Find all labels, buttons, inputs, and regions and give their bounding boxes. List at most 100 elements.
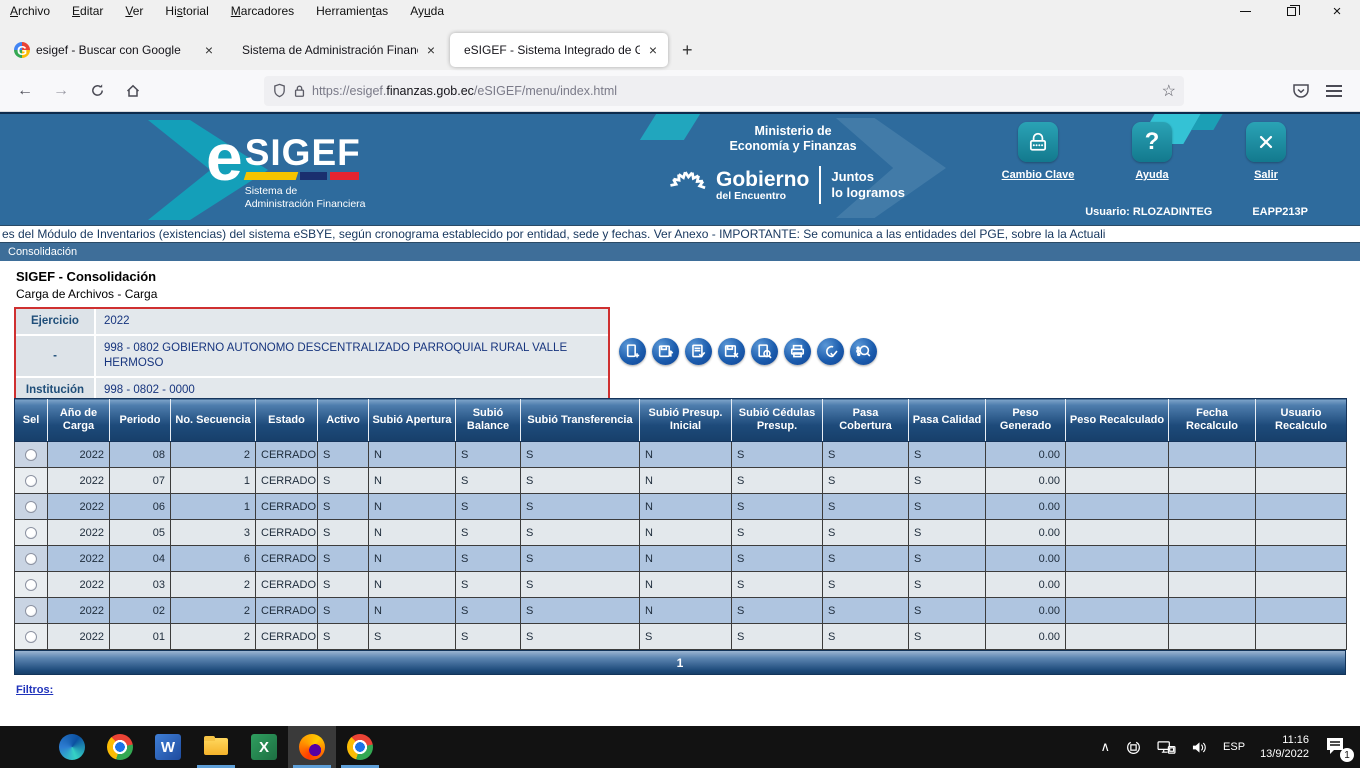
home-button[interactable] bbox=[118, 76, 148, 106]
action-toolbar bbox=[618, 337, 877, 365]
menu-item-historial[interactable]: Historial bbox=[165, 4, 208, 18]
clock[interactable]: 11:16 13/9/2022 bbox=[1260, 733, 1309, 762]
filters-link[interactable]: Filtros: bbox=[16, 684, 53, 696]
row-radio-button[interactable] bbox=[25, 553, 37, 565]
menu-item-ver[interactable]: Ver bbox=[125, 4, 143, 18]
restore-button[interactable] bbox=[1268, 0, 1314, 22]
cell-3-4: 1 bbox=[171, 494, 256, 520]
speaker-icon[interactable] bbox=[1191, 740, 1208, 755]
cell-2-17 bbox=[1256, 468, 1347, 494]
table-row-1: 2022082CERRADOSNSSNSSS0.00 bbox=[15, 442, 1347, 468]
delete-button[interactable] bbox=[717, 337, 745, 365]
cell-8-5: CERRADO bbox=[256, 624, 318, 650]
recalculate-button[interactable] bbox=[849, 337, 877, 365]
cell-1-8: S bbox=[456, 442, 521, 468]
minimize-button[interactable] bbox=[1222, 0, 1268, 22]
bookmark-star-icon[interactable]: ☆ bbox=[1162, 81, 1176, 101]
row-radio-button[interactable] bbox=[25, 631, 37, 643]
network-icon[interactable] bbox=[1157, 740, 1176, 755]
cell-6-17 bbox=[1256, 572, 1347, 598]
edge-icon bbox=[59, 734, 85, 760]
tray-app-icon[interactable] bbox=[1125, 739, 1142, 756]
taskbar-explorer-button[interactable] bbox=[192, 726, 240, 768]
salir-button[interactable]: Salir bbox=[1226, 122, 1306, 181]
validate-icon bbox=[685, 338, 712, 365]
cell-4-3: 05 bbox=[110, 520, 171, 546]
consult-detail-button[interactable] bbox=[750, 337, 778, 365]
cell-4-11: S bbox=[732, 520, 823, 546]
page-number[interactable]: 1 bbox=[677, 656, 684, 670]
cell-2-3: 07 bbox=[110, 468, 171, 494]
cell-6-8: S bbox=[456, 572, 521, 598]
tab-close-icon[interactable]: × bbox=[202, 42, 216, 58]
excel-icon: X bbox=[251, 734, 277, 760]
cell-1-7: N bbox=[369, 442, 456, 468]
reload-button[interactable] bbox=[82, 76, 112, 106]
upload-file-button[interactable] bbox=[651, 337, 679, 365]
column-header-17: Usuario Recalculo bbox=[1256, 399, 1347, 442]
forward-button[interactable]: → bbox=[46, 76, 76, 106]
close-icon: × bbox=[1333, 4, 1342, 19]
row-radio-button[interactable] bbox=[25, 449, 37, 461]
row-radio-button[interactable] bbox=[25, 605, 37, 617]
browser-tab-1[interactable]: Gesigef - Buscar con Google× bbox=[6, 33, 224, 67]
ayuda-button[interactable]: ?Ayuda bbox=[1112, 122, 1192, 181]
validate-button[interactable] bbox=[684, 337, 712, 365]
cell-5-14: 0.00 bbox=[986, 546, 1066, 572]
taskbar-excel-button[interactable]: X bbox=[240, 726, 288, 768]
taskbar-chrome-button[interactable] bbox=[96, 726, 144, 768]
cell-5-15 bbox=[1066, 546, 1169, 572]
menu-item-ayuda[interactable]: Ayuda bbox=[410, 4, 444, 18]
back-button[interactable]: ← bbox=[10, 76, 40, 106]
taskbar-chrome-2-button[interactable] bbox=[336, 726, 384, 768]
approve-icon bbox=[817, 338, 844, 365]
cell-7-7: N bbox=[369, 598, 456, 624]
menu-item-archivo[interactable]: Archivo bbox=[10, 4, 50, 18]
cell-4-15 bbox=[1066, 520, 1169, 546]
cell-3-2: 2022 bbox=[48, 494, 110, 520]
pocket-icon[interactable] bbox=[1292, 83, 1310, 99]
column-header-15: Peso Recalculado bbox=[1066, 399, 1169, 442]
toolbar-right-icons bbox=[1292, 82, 1350, 100]
taskbar-edge-button[interactable] bbox=[48, 726, 96, 768]
approve-button[interactable] bbox=[816, 337, 844, 365]
url-bar[interactable]: https://esigef.finanzas.gob.ec/eSIGEF/me… bbox=[264, 76, 1184, 106]
cell-2-7: N bbox=[369, 468, 456, 494]
session-info: Usuario: RLOZADINTEG EAPP213P bbox=[1085, 206, 1308, 218]
taskbar-start-button[interactable] bbox=[0, 726, 48, 768]
app-menu-icon[interactable] bbox=[1326, 82, 1342, 100]
logo-e-letter: e bbox=[206, 126, 241, 212]
tab-close-icon[interactable]: × bbox=[424, 42, 438, 58]
row-radio-button[interactable] bbox=[25, 579, 37, 591]
menu-item-marcadores[interactable]: Marcadores bbox=[231, 4, 294, 18]
cell-4-7: N bbox=[369, 520, 456, 546]
tab-close-icon[interactable]: × bbox=[646, 42, 660, 58]
column-header-2: Año de Carga bbox=[48, 399, 110, 442]
row-radio-button[interactable] bbox=[25, 527, 37, 539]
row-radio-button[interactable] bbox=[25, 501, 37, 513]
cell-1-13: S bbox=[909, 442, 986, 468]
home-icon bbox=[125, 83, 141, 99]
close-button[interactable]: × bbox=[1314, 0, 1360, 22]
cell-5-10: N bbox=[640, 546, 732, 572]
taskbar-firefox-button[interactable] bbox=[288, 726, 336, 768]
cell-6-10: N bbox=[640, 572, 732, 598]
taskbar-word-button[interactable]: W bbox=[144, 726, 192, 768]
menu-item-editar[interactable]: Editar bbox=[72, 4, 103, 18]
cell-6-14: 0.00 bbox=[986, 572, 1066, 598]
table-row-7: 2022022CERRADOSNSSNSSS0.00 bbox=[15, 598, 1347, 624]
create-new-button[interactable] bbox=[618, 337, 646, 365]
menu-item-herramientas[interactable]: Herramientas bbox=[316, 4, 388, 18]
notification-center-button[interactable]: 1 bbox=[1324, 735, 1350, 759]
column-header-8: Subió Balance bbox=[456, 399, 521, 442]
language-indicator[interactable]: ESP bbox=[1223, 741, 1245, 753]
row-radio-button[interactable] bbox=[25, 475, 37, 487]
cell-4-12: S bbox=[823, 520, 909, 546]
browser-tab-3[interactable]: eSIGEF - Sistema Integrado de Gesti× bbox=[450, 33, 668, 67]
browser-tab-2[interactable]: Sistema de Administración Financie× bbox=[228, 33, 446, 67]
tray-chevron-icon[interactable]: ∧ bbox=[1101, 739, 1111, 755]
recalculate-icon bbox=[850, 338, 877, 365]
print-button[interactable] bbox=[783, 337, 811, 365]
new-tab-button[interactable]: + bbox=[672, 40, 703, 61]
cambio-clave-button[interactable]: Cambio Clave bbox=[998, 122, 1078, 181]
